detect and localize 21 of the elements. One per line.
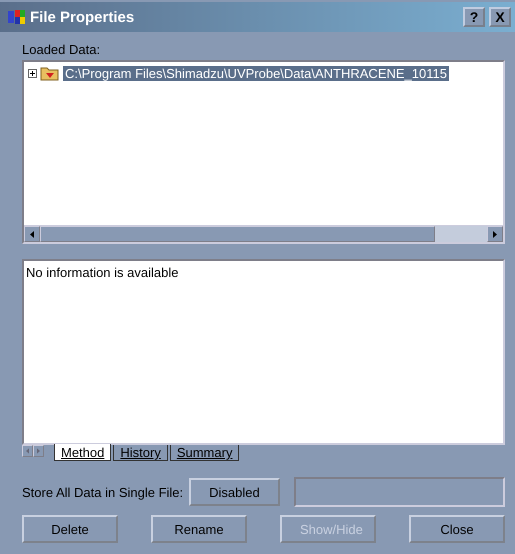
help-button[interactable]: ? <box>463 7 485 27</box>
tab-scroll-buttons[interactable] <box>22 445 44 457</box>
dialog-button[interactable]: Close <box>409 515 505 543</box>
window-title: File Properties <box>30 8 134 26</box>
window-close-button[interactable]: X <box>489 7 511 27</box>
tab[interactable]: Method <box>54 444 112 461</box>
store-label: Store All Data in Single File: <box>22 484 184 500</box>
tab[interactable]: History <box>113 445 168 461</box>
store-field[interactable] <box>294 477 505 507</box>
dialog-button[interactable]: Rename <box>151 515 247 543</box>
loaded-data-label: Loaded Data: <box>22 42 102 57</box>
tree-item[interactable]: C:\Program Files\Shimadzu\UVProbe\Data\ANTHRACENE_10115 <box>63 66 449 80</box>
dialog-button[interactable]: Delete <box>22 515 118 543</box>
info-text: No information is available <box>26 265 178 280</box>
expand-icon[interactable] <box>28 68 37 78</box>
scroll-left-icon[interactable] <box>30 230 34 238</box>
tab[interactable]: Summary <box>170 445 240 461</box>
scroll-right-icon[interactable] <box>493 230 497 238</box>
store-toggle-button[interactable]: Disabled <box>189 478 280 506</box>
app-icon <box>8 9 26 25</box>
folder-icon <box>40 65 60 81</box>
